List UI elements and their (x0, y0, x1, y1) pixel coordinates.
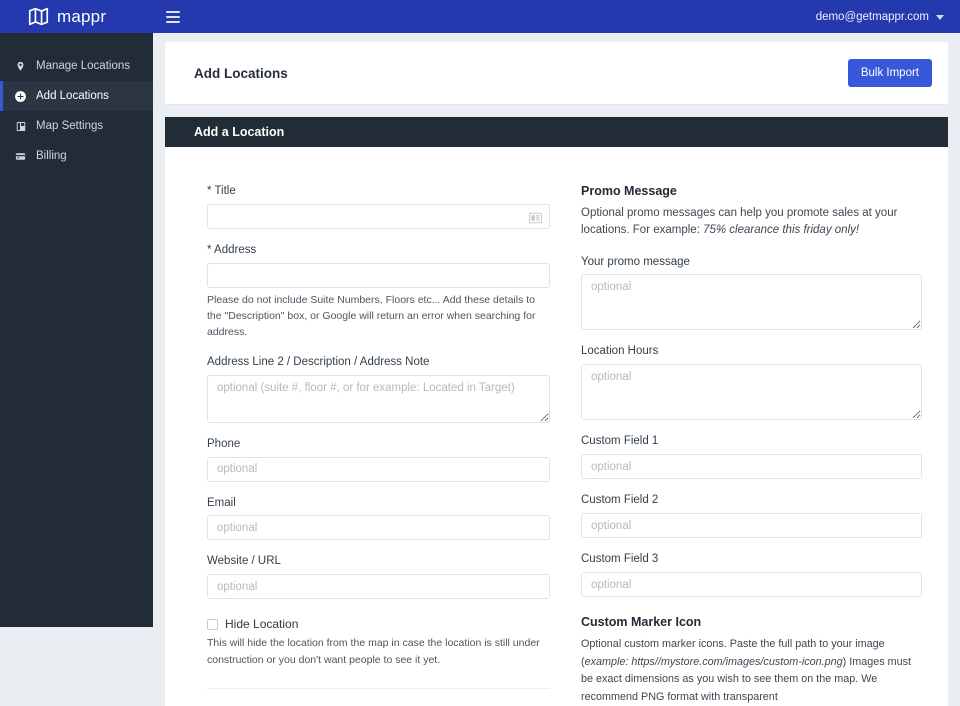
sidebar-item-add-locations[interactable]: Add Locations (0, 81, 153, 111)
sidebar-item-label: Manage Locations (36, 60, 130, 72)
title-input[interactable] (207, 203, 550, 229)
custom-field-3-label: Custom Field 3 (581, 553, 659, 566)
custom-field-3-input[interactable] (581, 572, 922, 598)
promo-desc-example: 75% clearance this friday only! (703, 224, 860, 237)
plus-circle-icon (14, 90, 27, 103)
address-line-2-label: Address Line 2 / Description / Address N… (207, 355, 430, 368)
bulk-import-button[interactable]: Bulk Import (847, 59, 932, 87)
title-input-wrap (207, 203, 550, 229)
custom-field-2-input[interactable] (581, 513, 922, 539)
sidebar-item-manage-locations[interactable]: Manage Locations (0, 51, 153, 81)
field-custom-field-1: Custom Field 1 (581, 434, 922, 480)
sidebar-top-spacer (0, 33, 153, 51)
website-label: Website / URL (207, 555, 281, 568)
sidebar-item-billing[interactable]: Billing (0, 141, 153, 171)
sidebar-item-label: Add Locations (36, 90, 109, 102)
field-custom-field-3: Custom Field 3 (581, 552, 922, 598)
phone-label: Phone (207, 437, 241, 450)
hide-location-checkbox[interactable] (207, 618, 218, 630)
field-promo-message: Your promo message (581, 255, 922, 331)
map-book-icon (14, 120, 27, 133)
hamburger-icon[interactable] (166, 8, 184, 26)
address-input[interactable] (207, 262, 550, 288)
field-email: Email (207, 496, 550, 541)
field-hide-location: Hide Location This will hide the locatio… (207, 617, 550, 668)
add-location-panel: Add a Location * Title * Address Please … (165, 117, 948, 706)
page-header-card: Add Locations Bulk Import (165, 42, 948, 104)
account-email: demo@getmappr.com (815, 10, 929, 23)
field-address-line-2: Address Line 2 / Description / Address N… (207, 355, 550, 423)
hamburger-bar (166, 20, 180, 23)
promo-message-textarea[interactable] (581, 274, 922, 331)
address-help-text: Please do not include Suite Numbers, Flo… (207, 293, 536, 339)
field-custom-field-2: Custom Field 2 (581, 493, 922, 539)
title-label: * Title (207, 185, 236, 197)
brand-logo[interactable]: mappr (0, 0, 153, 33)
field-title: * Title (207, 184, 550, 229)
field-location-hours: Location Hours (581, 344, 922, 421)
address-label: * Address (207, 243, 257, 256)
custom-field-1-label: Custom Field 1 (581, 435, 659, 448)
main-content: Add Locations Bulk Import Add a Location… (153, 33, 960, 706)
hamburger-bar (166, 15, 180, 18)
promo-section-title: Promo Message (581, 184, 677, 198)
email-input[interactable] (207, 515, 550, 541)
field-address: * Address Please do not include Suite Nu… (207, 243, 550, 341)
sidebar-item-label: Billing (36, 150, 67, 162)
location-hours-label: Location Hours (581, 345, 659, 358)
panel-body: * Title * Address Please do not include … (165, 147, 948, 706)
brand-name: mappr (57, 6, 107, 26)
marker-section-description: Optional custom marker icons. Paste the … (581, 636, 922, 706)
hide-location-label[interactable]: Hide Location (225, 617, 298, 631)
hide-location-help-text: This will hide the location from the map… (207, 637, 540, 666)
sidebar: Manage Locations Add Locations Map Setti… (0, 33, 153, 627)
field-phone: Phone (207, 437, 550, 482)
sidebar-item-map-settings[interactable]: Map Settings (0, 111, 153, 141)
form-column-left: * Title * Address Please do not include … (207, 184, 550, 706)
map-pin-icon (14, 60, 27, 73)
form-column-right: Promo Message Optional promo messages ca… (581, 184, 922, 706)
top-bar: mappr demo@getmappr.com (0, 0, 960, 33)
sidebar-item-label: Map Settings (36, 120, 104, 132)
marker-desc-example-label: example: (584, 655, 629, 668)
custom-field-1-input[interactable] (581, 454, 922, 480)
email-label: Email (207, 496, 236, 509)
credit-card-icon (14, 150, 27, 163)
folded-map-icon (28, 6, 49, 27)
custom-field-2-label: Custom Field 2 (581, 494, 659, 507)
promo-message-label: Your promo message (581, 255, 690, 268)
address-line-2-textarea[interactable] (207, 374, 550, 423)
promo-section-description: Optional promo messages can help you pro… (581, 205, 922, 240)
hide-location-row[interactable]: Hide Location (207, 617, 550, 631)
chevron-down-icon (936, 15, 944, 20)
marker-section-title: Custom Marker Icon (581, 615, 702, 630)
phone-input[interactable] (207, 456, 550, 482)
form-divider (207, 687, 550, 689)
hamburger-bar (166, 10, 180, 13)
field-website: Website / URL (207, 554, 550, 600)
page-title: Add Locations (194, 65, 288, 81)
marker-desc-example-url: https//mystore.com/images/custom-icon.pn… (631, 655, 843, 668)
location-hours-textarea[interactable] (581, 364, 922, 421)
account-menu[interactable]: demo@getmappr.com (816, 11, 960, 23)
website-input[interactable] (207, 574, 550, 600)
panel-title: Add a Location (165, 117, 948, 147)
